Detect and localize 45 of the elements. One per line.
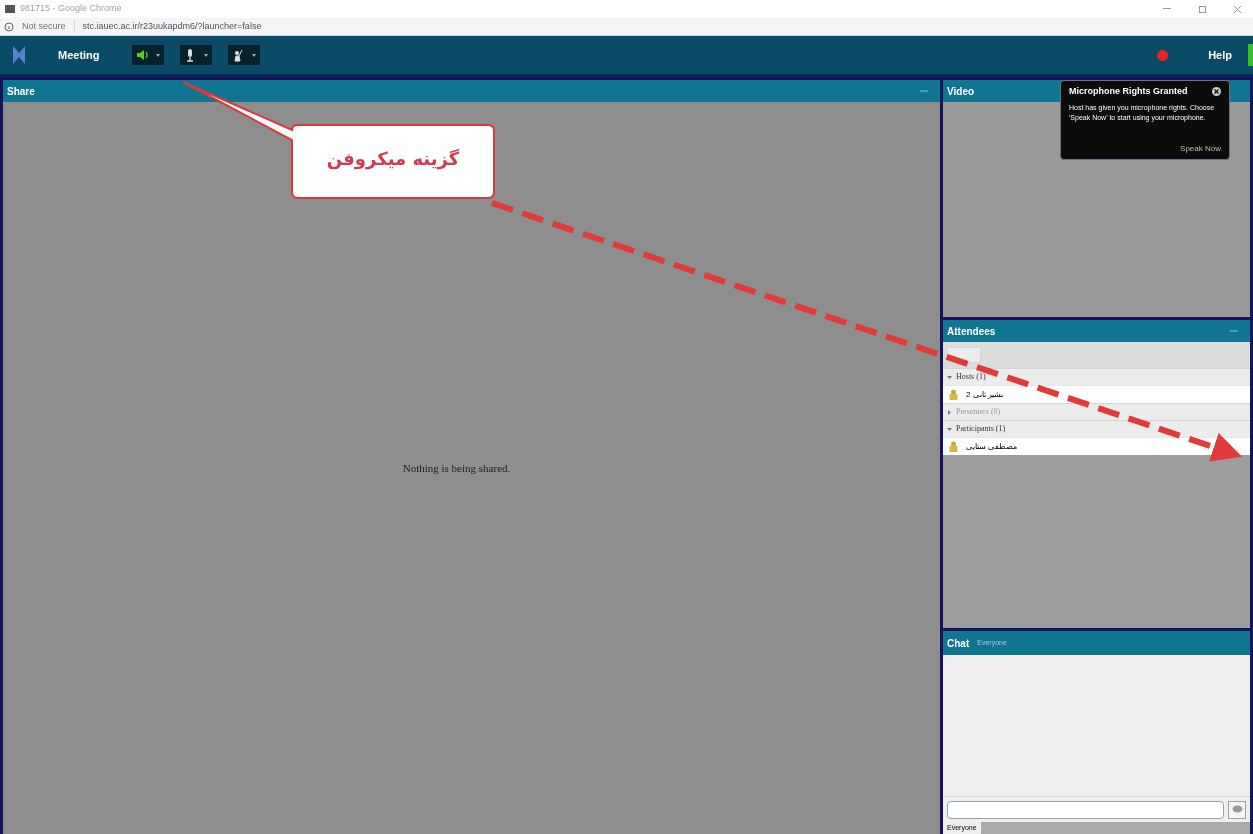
collapsed-icon: [947, 409, 952, 415]
speak-now-link[interactable]: Speak Now: [1180, 143, 1221, 155]
raised-hand-icon: [231, 48, 244, 62]
meeting-menu[interactable]: Meeting: [58, 46, 100, 64]
send-button[interactable]: [1228, 800, 1246, 819]
security-label: Not secure: [22, 19, 75, 34]
toolbar-button[interactable]: [131, 45, 164, 65]
group-label: Presenters (0): [956, 406, 1001, 418]
pod-title: Attendees: [947, 324, 996, 339]
caret-icon: [203, 53, 208, 57]
status-indicator: [1248, 44, 1253, 66]
group-label: Participants (1): [956, 423, 1006, 435]
pod-title: Video: [947, 84, 975, 99]
address-field[interactable]: stc.iauec.ac.ir/r23uukapdm6/?launcher=false: [82, 19, 262, 34]
attendee-name: مصطفی ستایی: [966, 440, 1018, 453]
logo-icon: [12, 44, 26, 66]
pod-title: Share: [7, 84, 35, 99]
empty-message: Nothing is being shared.: [402, 460, 511, 476]
group-header[interactable]: Hosts (1): [943, 368, 1250, 385]
help-menu[interactable]: Help: [1208, 46, 1232, 64]
info-icon[interactable]: [4, 21, 14, 32]
app-icon: [4, 3, 16, 15]
speaker-icon: [135, 48, 148, 62]
window-title: 981715 - Google Chrome: [20, 2, 122, 16]
close-icon[interactable]: [1212, 87, 1221, 97]
attendee-row[interactable]: مصطفی ستایی: [943, 437, 1250, 455]
callout-text: گزینه میکروفن: [326, 147, 460, 172]
group-header[interactable]: Participants (1): [943, 420, 1250, 437]
speech-bubble-icon: [1231, 805, 1243, 814]
attendee-name: بشیر ثانی 2: [966, 388, 1003, 401]
notification-title: Microphone Rights Granted: [1069, 85, 1188, 98]
user-icon: [949, 389, 958, 400]
user-icon: [949, 441, 958, 452]
attendee-row[interactable]: بشیر ثانی 2: [943, 385, 1250, 403]
caret-icon: [155, 53, 160, 57]
toolbar-button[interactable]: [227, 45, 260, 65]
expanded-icon: [947, 374, 952, 380]
toolbar-button[interactable]: [179, 45, 212, 65]
minimize-icon[interactable]: [1163, 8, 1171, 10]
caret-icon: [251, 53, 256, 57]
message-field[interactable]: [947, 800, 1224, 819]
pod-title: Chat: [947, 636, 970, 651]
expanded-icon: [947, 426, 952, 432]
group-label: Hosts (1): [956, 371, 986, 383]
restore-icon[interactable]: [1199, 5, 1206, 13]
